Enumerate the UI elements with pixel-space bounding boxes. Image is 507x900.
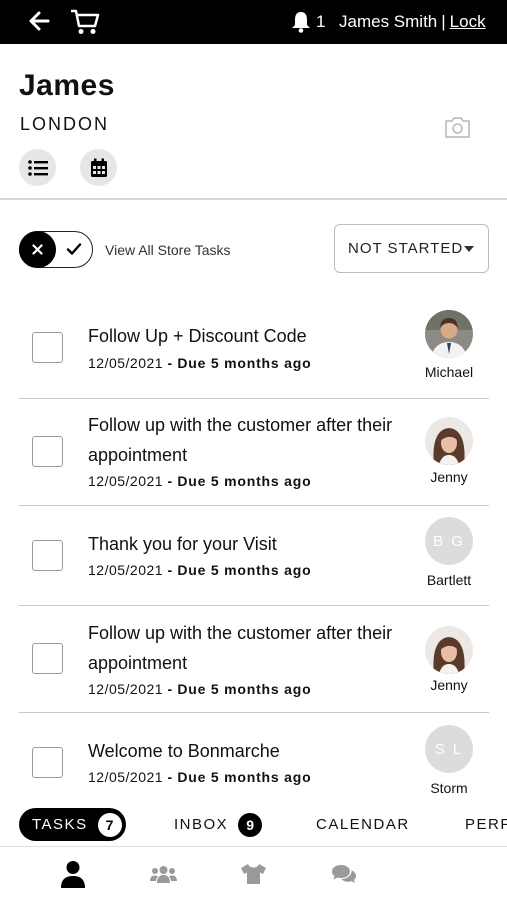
- photo-icon: [425, 417, 473, 465]
- view-all-toggle[interactable]: [19, 231, 93, 268]
- task-meta: 12/05/2021 - Due 5 months ago: [88, 562, 311, 578]
- tasks-count-badge: 7: [97, 812, 122, 837]
- user-info: James Smith | Lock: [339, 12, 486, 32]
- assignee-avatar: [425, 417, 473, 465]
- task-checkbox[interactable]: [32, 747, 63, 778]
- task-separator: -: [167, 769, 173, 785]
- task-date: 12/05/2021: [88, 562, 164, 578]
- list-view-button[interactable]: [19, 149, 56, 186]
- view-all-label: View All Store Tasks: [105, 242, 231, 258]
- section-tabs: TASKS 7 INBOX 9 CALENDAR PERFO: [0, 801, 507, 847]
- status-selected-value: NOT STARTED: [348, 240, 464, 257]
- task-date: 12/05/2021: [88, 473, 164, 489]
- task-item[interactable]: Follow up with the customer after their …: [19, 606, 489, 713]
- task-due: Due 5 months ago: [177, 562, 312, 578]
- task-meta: 12/05/2021 - Due 5 months ago: [88, 681, 311, 697]
- calendar-icon: [90, 158, 107, 177]
- task-due: Due 5 months ago: [177, 355, 312, 371]
- task-due: Due 5 months ago: [177, 769, 312, 785]
- assignee-avatar: [425, 626, 473, 674]
- inbox-count-badge: 9: [238, 812, 263, 837]
- photo-icon: [425, 310, 473, 358]
- task-item[interactable]: Follow up with the customer after their …: [19, 399, 489, 506]
- bell-icon[interactable]: [291, 11, 311, 33]
- task-item[interactable]: Thank you for your Visit 12/05/2021 - Du…: [19, 506, 489, 606]
- top-bar: 1 James Smith | Lock: [0, 0, 507, 44]
- tab-label: INBOX: [174, 816, 229, 833]
- task-date: 12/05/2021: [88, 769, 164, 785]
- caret-down-icon: [464, 246, 474, 252]
- assignee-initials: S L: [425, 725, 473, 773]
- task-title: Follow up with the customer after their …: [88, 415, 393, 465]
- task-title: Welcome to Bonmarche: [88, 741, 280, 761]
- profile-section: James LONDON: [0, 44, 507, 200]
- task-separator: -: [167, 681, 173, 697]
- profile-location: LONDON: [20, 114, 110, 134]
- assignee-initials: B G: [425, 517, 473, 565]
- task-item[interactable]: Follow Up + Discount Code 12/05/2021 - D…: [19, 300, 489, 399]
- task-meta: 12/05/2021 - Due 5 months ago: [88, 473, 311, 489]
- tab-label: CALENDAR: [316, 816, 410, 833]
- person-icon[interactable]: [60, 860, 86, 888]
- assignee-name: Jenny: [430, 677, 468, 693]
- task-due: Due 5 months ago: [177, 473, 312, 489]
- user-name: James Smith: [339, 12, 438, 31]
- chat-icon[interactable]: [331, 864, 357, 886]
- tab-inbox[interactable]: INBOX 9: [174, 808, 263, 841]
- assignee-name: Michael: [424, 364, 474, 380]
- photo-icon: [425, 626, 473, 674]
- task-separator: -: [167, 473, 173, 489]
- toggle-knob: [19, 231, 56, 268]
- tab-tasks[interactable]: TASKS 7: [19, 808, 126, 841]
- task-date: 12/05/2021: [88, 681, 164, 697]
- close-icon: [32, 244, 43, 255]
- tab-label: TASKS: [32, 816, 88, 833]
- cart-icon[interactable]: [70, 8, 100, 36]
- profile-name: James: [19, 69, 115, 102]
- list-icon: [27, 159, 48, 176]
- notification-count: 1: [316, 12, 326, 31]
- task-separator: -: [167, 562, 173, 578]
- group-icon[interactable]: [150, 865, 177, 883]
- calendar-view-button[interactable]: [80, 149, 117, 186]
- task-separator: -: [167, 355, 173, 371]
- status-dropdown[interactable]: NOT STARTED: [334, 224, 489, 273]
- back-arrow-icon[interactable]: [28, 9, 50, 33]
- camera-icon[interactable]: [444, 115, 471, 139]
- assignee-name: Jenny: [430, 469, 468, 485]
- task-checkbox[interactable]: [32, 436, 63, 467]
- filter-row: View All Store Tasks NOT STARTED: [0, 222, 507, 274]
- bottom-nav: [0, 848, 507, 900]
- tab-performance[interactable]: PERFO: [465, 808, 507, 841]
- task-title: Follow Up + Discount Code: [88, 326, 307, 346]
- assignee-avatar: [425, 310, 473, 358]
- tab-calendar[interactable]: CALENDAR: [316, 808, 410, 841]
- header-separator: |: [441, 12, 446, 31]
- task-due: Due 5 months ago: [177, 681, 312, 697]
- task-title: Follow up with the customer after their …: [88, 623, 393, 673]
- task-item[interactable]: Welcome to Bonmarche 12/05/2021 - Due 5 …: [19, 713, 489, 801]
- task-meta: 12/05/2021 - Due 5 months ago: [88, 355, 311, 371]
- tshirt-icon[interactable]: [240, 863, 267, 885]
- task-title: Thank you for your Visit: [88, 534, 277, 554]
- task-checkbox[interactable]: [32, 540, 63, 571]
- task-checkbox[interactable]: [32, 332, 63, 363]
- tab-label: PERFO: [465, 816, 507, 833]
- lock-link[interactable]: Lock: [450, 12, 486, 31]
- check-icon: [66, 243, 82, 255]
- task-meta: 12/05/2021 - Due 5 months ago: [88, 769, 311, 785]
- task-checkbox[interactable]: [32, 643, 63, 674]
- assignee-name: Storm: [430, 780, 468, 796]
- task-date: 12/05/2021: [88, 355, 164, 371]
- assignee-name: Bartlett: [426, 572, 472, 588]
